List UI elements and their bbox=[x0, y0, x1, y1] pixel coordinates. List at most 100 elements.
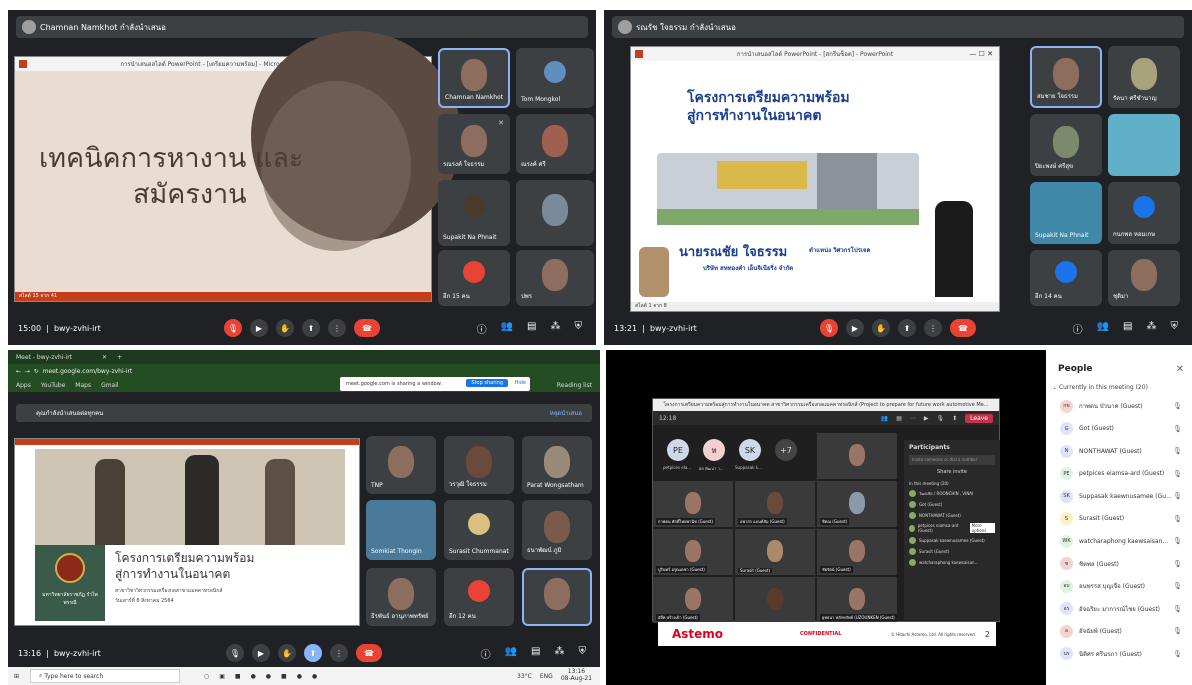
camera-button[interactable]: ▶ bbox=[252, 644, 270, 662]
leave-button[interactable]: Leave bbox=[965, 413, 993, 423]
window-controls[interactable]: — ☐ ✕ bbox=[969, 50, 993, 58]
video-tile[interactable]: ชิตณ (Guest) bbox=[817, 481, 897, 527]
participant-tile[interactable]: ชุติมา bbox=[1108, 250, 1180, 306]
close-tab-icon[interactable]: ✕ bbox=[102, 354, 107, 361]
participant-tile[interactable]: Supakit Na Phnait bbox=[1030, 182, 1102, 244]
video-tile[interactable] bbox=[735, 577, 815, 623]
camera-button[interactable]: ▶ bbox=[250, 319, 268, 337]
people-icon[interactable]: 👥 bbox=[1097, 321, 1109, 336]
participant-tile[interactable]: Somkiat Thongin bbox=[366, 500, 436, 560]
participant-avatar[interactable]: PE bbox=[667, 439, 689, 461]
more-options-icon[interactable]: ⋯ bbox=[910, 415, 916, 422]
more-participants-tile[interactable]: อีก 12 คน bbox=[444, 568, 514, 626]
raise-hand-button[interactable]: ✋ bbox=[278, 644, 296, 662]
participant-tile[interactable]: Chamnan Namkhot bbox=[438, 48, 510, 108]
people-row[interactable]: G Got (Guest) 🎙 bbox=[1046, 418, 1192, 441]
reload-icon[interactable]: ↻ bbox=[34, 368, 39, 375]
people-row[interactable]: N NONTHAWAT (Guest) 🎙 bbox=[1046, 440, 1192, 463]
participant-tile[interactable]: รัตนา ศรีชำนาญ bbox=[1108, 46, 1180, 108]
windows-start-icon[interactable]: ⊞ bbox=[14, 673, 19, 680]
participant-tile[interactable]: TNP bbox=[366, 436, 436, 494]
participant-tile[interactable]: Parat Wongsatham bbox=[522, 436, 592, 494]
participant-avatar[interactable]: ห bbox=[703, 439, 725, 461]
stop-sharing-button[interactable]: Stop sharing bbox=[466, 379, 508, 387]
participant-row[interactable]: วัฒนชัย / ROONCHIN , VINAI bbox=[904, 488, 1000, 499]
people-row[interactable]: SK Suppasak kaewnusamee (Gu... 🎙 bbox=[1046, 485, 1192, 508]
participant-tile[interactable]: สมชาย ใจธรรม bbox=[1030, 46, 1102, 108]
leave-call-button[interactable]: ☎ bbox=[950, 319, 976, 337]
participant-tile[interactable]: Surasit Chummanat bbox=[444, 500, 514, 560]
mic-button[interactable]: 🎙 bbox=[820, 319, 838, 337]
video-tile[interactable]: บูรินทร์ อรุณเดชา (Guest) bbox=[653, 529, 733, 575]
video-tile[interactable]: Surasit (Guest) bbox=[735, 529, 815, 575]
taskbar-search[interactable]: ⌕ Type here to search bbox=[30, 669, 180, 683]
participant-tile[interactable]: ณรงค์ ศรี bbox=[516, 114, 594, 174]
video-tile[interactable]: อพาสร แจนท์สัม (Guest) bbox=[735, 481, 815, 527]
leave-call-button[interactable]: ☎ bbox=[354, 319, 380, 337]
browser-tab[interactable]: Meet - bwy-zvhi-irt bbox=[16, 354, 72, 361]
camera-icon[interactable]: ▶ bbox=[924, 415, 929, 422]
video-tile[interactable]: ชัยรัตน์ (Guest) bbox=[817, 529, 897, 575]
participant-tile[interactable]: กนกพล หอมเกษ bbox=[1108, 182, 1180, 244]
chat-icon[interactable]: ▤ bbox=[527, 321, 536, 336]
info-icon[interactable]: ⓘ bbox=[1073, 321, 1083, 336]
video-tile[interactable]: อัจ๊ท สร้างเป้า (Guest) bbox=[653, 577, 733, 623]
activities-icon[interactable]: ⁂ bbox=[555, 646, 565, 661]
address-bar[interactable]: ← → ↻ meet.google.com/bwy-zvhi-irt bbox=[8, 364, 600, 378]
leave-call-button[interactable]: ☎ bbox=[356, 644, 382, 662]
participant-tile[interactable]: Supakit Na Phnait bbox=[438, 180, 510, 246]
more-options-button[interactable]: ⋮ bbox=[328, 319, 346, 337]
people-row[interactable]: S Surasit (Guest) 🎙 bbox=[1046, 508, 1192, 531]
participant-tile[interactable] bbox=[1108, 114, 1180, 176]
chat-icon[interactable]: ▤ bbox=[531, 646, 540, 661]
shield-icon[interactable]: ⛨ bbox=[1171, 321, 1179, 336]
participant-tile[interactable]: ปพร bbox=[516, 250, 594, 306]
participant-tile[interactable]: ธีรพันธ์ อานุภาพทรัพย์ bbox=[366, 568, 436, 626]
shield-icon[interactable]: ⛨ bbox=[579, 646, 587, 661]
participant-row[interactable]: Got (Guest) bbox=[904, 499, 1000, 510]
mic-button[interactable]: 🎙 bbox=[224, 319, 242, 337]
people-icon[interactable]: 👥 bbox=[501, 321, 513, 336]
invite-search[interactable]: Invite someone or dial a number bbox=[909, 455, 995, 465]
info-icon[interactable]: ⓘ bbox=[481, 646, 491, 661]
forward-icon[interactable]: → bbox=[25, 368, 30, 375]
participant-tile[interactable]: วรวุฒิ ใจธรรม bbox=[444, 436, 514, 494]
back-icon[interactable]: ← bbox=[16, 368, 21, 375]
mic-button[interactable]: 🎙 bbox=[226, 644, 244, 662]
share-invite-button[interactable]: Share invite bbox=[909, 469, 995, 475]
participant-tile[interactable] bbox=[522, 568, 592, 626]
participant-tile[interactable]: Tom Mongkol bbox=[516, 48, 594, 108]
more-participants-tile[interactable]: อีก 14 คน bbox=[1030, 250, 1102, 306]
current-meeting-header[interactable]: ⌄ Currently in this meeting (20) bbox=[1046, 374, 1192, 395]
participant-row[interactable]: NONTHAWAT (Guest) bbox=[904, 510, 1000, 521]
participant-row[interactable]: petpices eiamsa-ard (Guest) More options bbox=[904, 521, 1000, 535]
shield-icon[interactable]: ⛨ bbox=[575, 321, 583, 336]
present-button[interactable]: ⬆ bbox=[302, 319, 320, 337]
participant-tile[interactable]: ปิยะพงษ์ ศรีสุข bbox=[1030, 114, 1102, 176]
people-row[interactable]: กข กาพตน บัวนาค (Guest) 🎙 bbox=[1046, 395, 1192, 418]
people-row[interactable]: นร นิติศร ศรีนรภา (Guest) 🎙 bbox=[1046, 643, 1192, 666]
people-row[interactable]: WK watcharaphong kaewsaisan... 🎙 bbox=[1046, 530, 1192, 553]
people-row[interactable]: ช ชิตพล (Guest) 🎙 bbox=[1046, 553, 1192, 576]
participant-row[interactable]: watcharaphong kaewsaisan... bbox=[904, 557, 1000, 568]
participant-tile[interactable]: ธนาพัฒน์ ภูมิ bbox=[522, 500, 592, 560]
raise-hand-button[interactable]: ✋ bbox=[872, 319, 890, 337]
participant-row[interactable]: Surasit (Guest) bbox=[904, 546, 1000, 557]
activities-icon[interactable]: ⁂ bbox=[1147, 321, 1157, 336]
people-row[interactable]: อร อัจฉริยะ มาการณ์ไชย (Guest) 🎙 bbox=[1046, 598, 1192, 621]
url-text[interactable]: meet.google.com/bwy-zvhi-irt bbox=[43, 368, 133, 375]
raise-hand-button[interactable]: ✋ bbox=[276, 319, 294, 337]
present-button[interactable]: ⬆ bbox=[898, 319, 916, 337]
chat-icon[interactable]: ▤ bbox=[1123, 321, 1132, 336]
video-tile[interactable] bbox=[817, 433, 897, 479]
participant-tile[interactable]: ✕ รณรงค์ ใจธรรม bbox=[438, 114, 510, 174]
video-tile[interactable]: กาพตน ศักดิ์ไทยพานิช (Guest) bbox=[653, 481, 733, 527]
info-icon[interactable]: ⓘ bbox=[477, 321, 487, 336]
more-participants-tile[interactable]: อีก 15 คน bbox=[438, 250, 510, 306]
more-options-button[interactable]: ⋮ bbox=[924, 319, 942, 337]
more-avatars[interactable]: +7 bbox=[775, 439, 797, 461]
people-row[interactable]: อบ อนพรรส บุญเจือ (Guest) 🎙 bbox=[1046, 575, 1192, 598]
participant-row[interactable]: Suppasak kaewnusamee (Guest) bbox=[904, 535, 1000, 546]
hide-button[interactable]: Hide bbox=[515, 380, 526, 386]
participant-avatar[interactable]: SK bbox=[739, 439, 761, 461]
